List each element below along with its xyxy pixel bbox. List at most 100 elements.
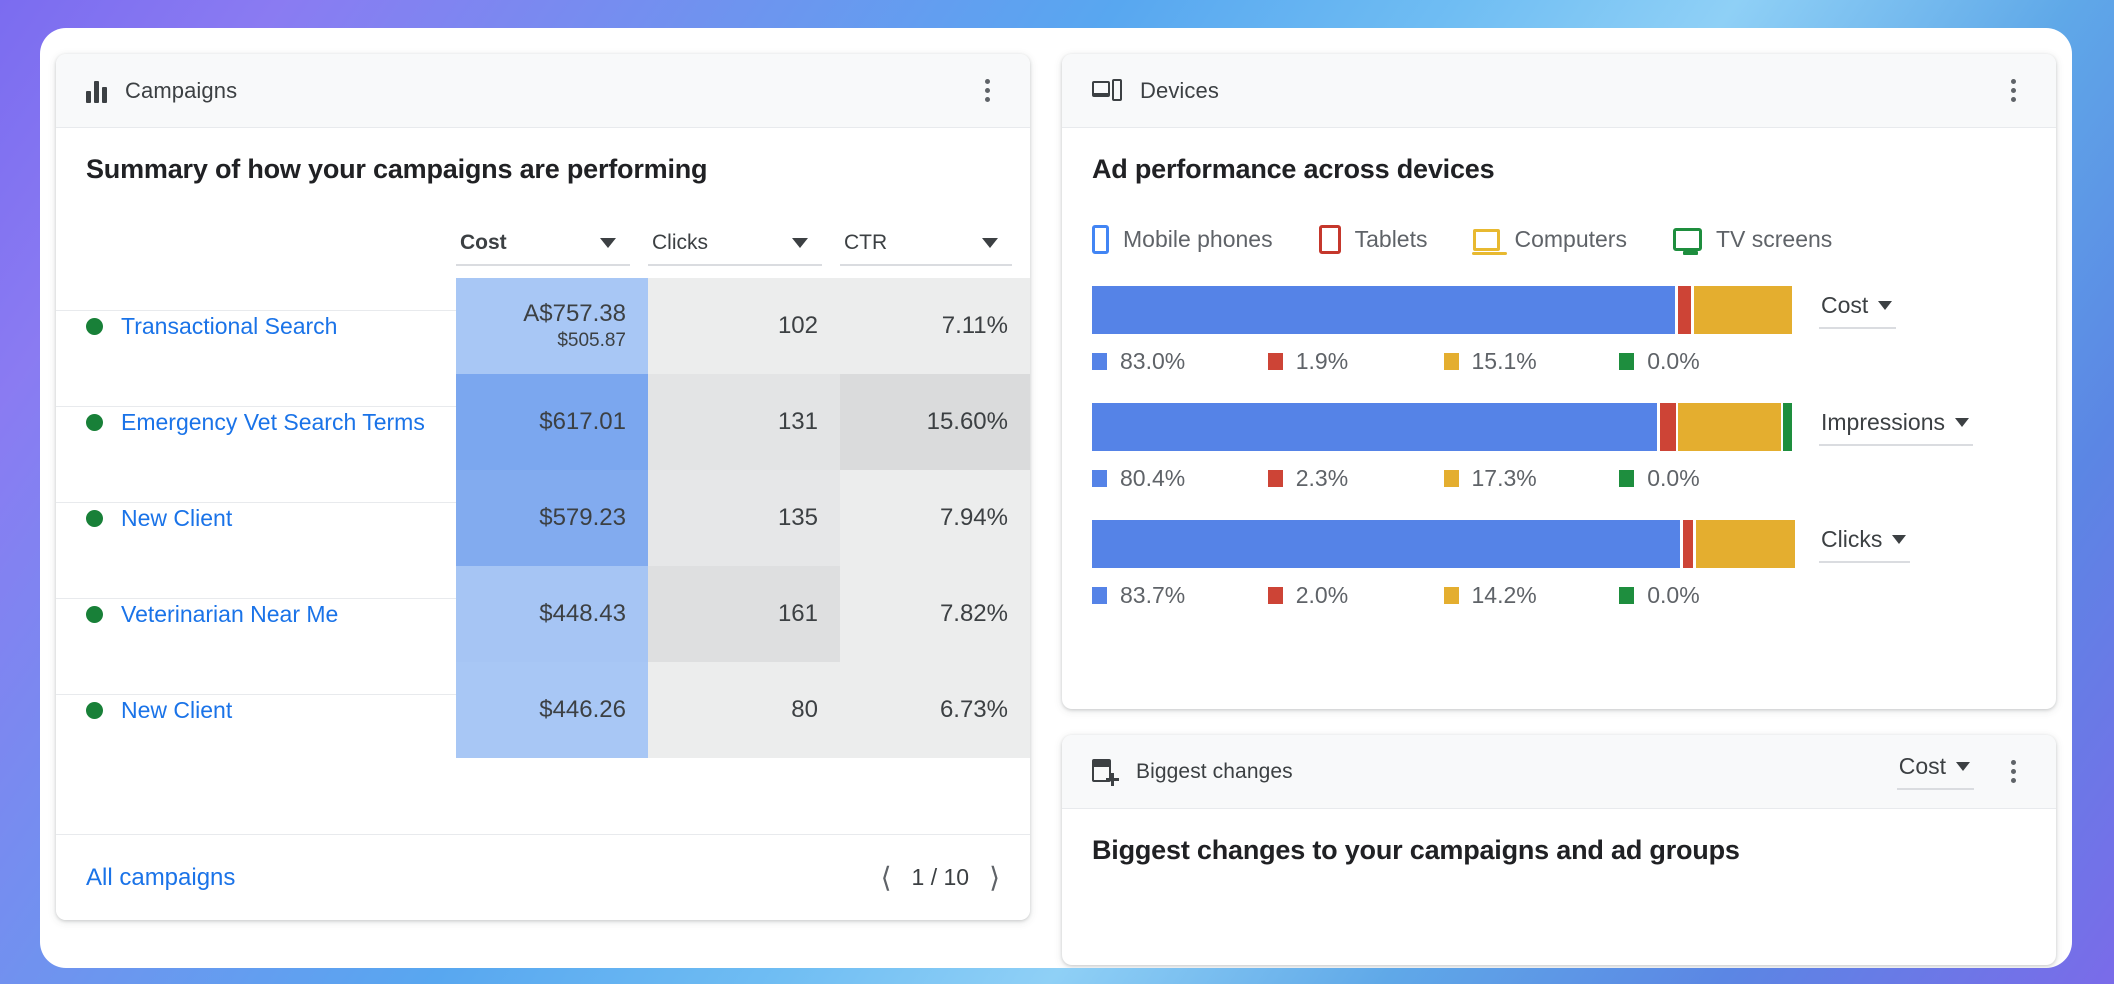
table-header-row: Cost Clicks CTR xyxy=(56,231,1030,278)
swatch-tv xyxy=(1619,587,1635,604)
cost-cell: $617.01 xyxy=(456,374,648,470)
bar-chart-icon xyxy=(86,79,107,103)
clicks-cell: 161 xyxy=(648,566,840,662)
segment-computers xyxy=(1693,286,1793,334)
devices-card-body: Ad performance across devices Mobile pho… xyxy=(1062,128,2056,709)
status-badge xyxy=(86,317,103,335)
more-vert-icon-campaigns[interactable] xyxy=(970,74,1004,108)
table-row[interactable]: New Client $579.23 135 7.94% xyxy=(56,470,1030,566)
stacked-bar-cost xyxy=(1092,286,1795,334)
table-row[interactable]: Transactional Search A$757.38 $505.87 10… xyxy=(56,278,1030,374)
campaign-link[interactable]: New Client xyxy=(121,695,232,726)
biggest-changes-card: Biggest changes Cost Biggest changes to … xyxy=(1062,735,2056,965)
cost-cell: $446.26 xyxy=(456,662,648,758)
ctr-cell: 15.60% xyxy=(840,374,1030,470)
campaigns-table: Cost Clicks CTR Transactional Search A$7… xyxy=(56,231,1030,758)
cost-secondary-value: $505.87 xyxy=(557,330,626,351)
campaigns-card-body: Summary of how your campaigns are perfor… xyxy=(56,128,1030,834)
computer-icon xyxy=(1472,228,1508,255)
segment-computers xyxy=(1678,403,1781,451)
chevron-right-icon[interactable]: ⟩ xyxy=(989,863,1000,892)
chevron-down-icon-metric-impressions xyxy=(1954,417,1969,427)
tablet-icon xyxy=(1318,225,1341,254)
clicks-cell: 102 xyxy=(648,278,840,374)
status-badge xyxy=(86,701,103,719)
column-header-ctr[interactable]: CTR xyxy=(840,231,1030,278)
more-vert-icon-devices[interactable] xyxy=(1996,74,2030,108)
column-header-clicks[interactable]: Clicks xyxy=(648,231,840,278)
table-row[interactable]: New Client $446.26 80 6.73% xyxy=(56,662,1030,758)
campaign-link[interactable]: New Client xyxy=(121,503,232,534)
bar-row-impressions: Impressions 80.4% 2.3% 17.3% 0.0% xyxy=(1092,403,2022,492)
legend-item-tablets[interactable]: Tablets xyxy=(1318,225,1427,254)
campaigns-card-title: Campaigns xyxy=(125,77,238,103)
campaigns-card-header: Campaigns xyxy=(56,54,1030,128)
campaign-link[interactable]: Veterinarian Near Me xyxy=(121,599,338,630)
segment-tv xyxy=(1783,403,1792,451)
swatch-computers xyxy=(1443,470,1459,487)
cost-cell: $579.23 xyxy=(456,470,648,566)
chevron-down-icon-metric-changes xyxy=(1956,762,1970,771)
ctr-cell: 6.73% xyxy=(840,662,1030,758)
dashboard-surface: Campaigns Summary of how your campaigns … xyxy=(40,28,2072,968)
chevron-down-icon-metric-cost xyxy=(1878,300,1893,310)
campaigns-subtitle: Summary of how your campaigns are perfor… xyxy=(86,154,708,184)
chevron-left-icon[interactable]: ⟨ xyxy=(881,863,892,892)
chevron-down-icon-ctr xyxy=(982,238,998,248)
more-vert-icon-changes[interactable] xyxy=(1996,755,2030,789)
tv-icon xyxy=(1672,228,1702,255)
campaign-name-cell: Transactional Search xyxy=(56,278,456,374)
clicks-cell: 135 xyxy=(648,470,840,566)
devices-card-title: Devices xyxy=(1140,77,1219,103)
metric-selector-clicks[interactable]: Clicks xyxy=(1819,526,1911,563)
chevron-down-icon-cost xyxy=(600,238,616,248)
bar-row-clicks: Clicks 83.7% 2.0% 14.2% 0.0% xyxy=(1092,520,2022,609)
metric-selector-impressions[interactable]: Impressions xyxy=(1819,409,1973,446)
campaign-link[interactable]: Transactional Search xyxy=(121,311,337,342)
legend-item-computers[interactable]: Computers xyxy=(1472,226,1627,255)
all-campaigns-link[interactable]: All campaigns xyxy=(86,864,235,892)
swatch-mobile xyxy=(1092,353,1107,370)
table-row[interactable]: Veterinarian Near Me $448.43 161 7.82% xyxy=(56,566,1030,662)
swatch-mobile xyxy=(1092,470,1107,487)
biggest-changes-title: Biggest changes xyxy=(1136,759,1293,783)
metric-selector-changes[interactable]: Cost xyxy=(1896,753,1974,790)
campaign-name-cell: New Client xyxy=(56,662,456,758)
swatch-tv xyxy=(1619,353,1635,370)
segment-mobile xyxy=(1092,520,1681,568)
chevron-down-icon-metric-clicks xyxy=(1892,534,1907,544)
devices-legend: Mobile phones Tablets Computers TV scree… xyxy=(1062,185,2056,255)
devices-card-header: Devices xyxy=(1062,54,2056,128)
biggest-changes-header: Biggest changes Cost xyxy=(1062,735,2056,809)
swatch-computers xyxy=(1443,353,1459,370)
segment-tablets xyxy=(1677,286,1692,334)
ctr-cell: 7.11% xyxy=(840,278,1030,374)
legend-item-mobile[interactable]: Mobile phones xyxy=(1092,225,1273,254)
legend-item-tv[interactable]: TV screens xyxy=(1672,226,1832,255)
swatch-tablets xyxy=(1267,587,1283,604)
biggest-changes-subtitle: Biggest changes to your campaigns and ad… xyxy=(1092,835,1740,865)
page-indicator: 1 / 10 xyxy=(911,864,970,890)
clicks-cell: 131 xyxy=(648,374,840,470)
segment-mobile xyxy=(1092,403,1658,451)
campaign-name-cell: Emergency Vet Search Terms xyxy=(56,374,456,470)
segment-computers xyxy=(1695,520,1795,568)
campaign-name-cell: Veterinarian Near Me xyxy=(56,566,456,662)
table-row[interactable]: Emergency Vet Search Terms $617.01 131 1… xyxy=(56,374,1030,470)
segment-tablets xyxy=(1682,520,1694,568)
campaigns-card: Campaigns Summary of how your campaigns … xyxy=(56,54,1030,920)
swatch-tablets xyxy=(1267,353,1283,370)
devices-subtitle: Ad performance across devices xyxy=(1092,154,1495,184)
campaign-link[interactable]: Emergency Vet Search Terms xyxy=(121,407,425,438)
clicks-cell: 80 xyxy=(648,662,840,758)
stacked-bar-clicks xyxy=(1092,520,1795,568)
devices-card: Devices Ad performance across devices Mo… xyxy=(1062,54,2056,709)
mobile-phone-icon xyxy=(1092,225,1109,254)
chevron-down-icon-clicks xyxy=(792,238,808,248)
metric-selector-cost[interactable]: Cost xyxy=(1819,292,1897,329)
swatch-tv xyxy=(1619,470,1635,487)
column-header-cost[interactable]: Cost xyxy=(456,231,648,278)
status-badge xyxy=(86,413,103,431)
status-badge xyxy=(86,605,103,623)
cost-cell: $448.43 xyxy=(456,566,648,662)
